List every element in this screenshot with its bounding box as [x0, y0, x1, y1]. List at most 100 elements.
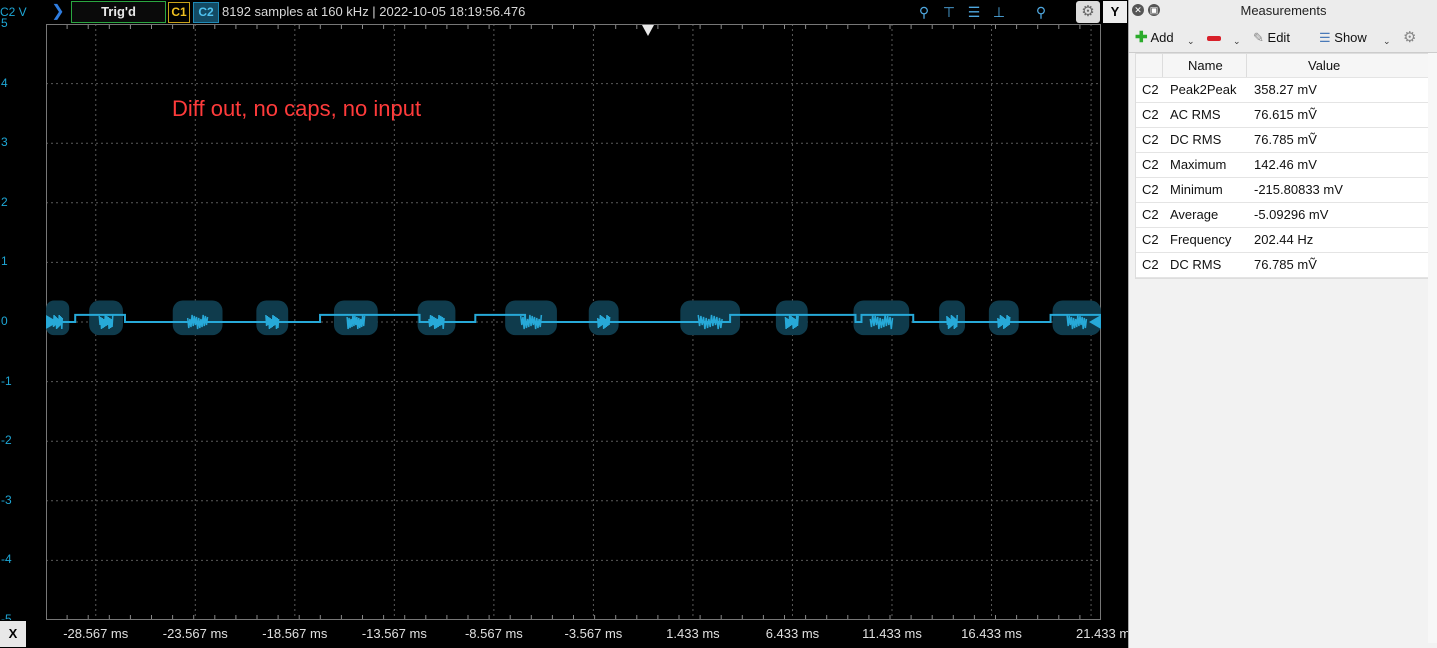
show-label: Show [1334, 30, 1367, 45]
table-row[interactable]: C2 DC RMS 76.785 mṼ [1136, 253, 1429, 278]
x-tick-label: -3.567 ms [564, 626, 623, 641]
trigger-status-button[interactable]: Trig'd [71, 1, 166, 23]
remove-measurement-button[interactable] [1207, 29, 1221, 47]
list-icon: ☰ [1319, 30, 1331, 45]
run-arrow-icon[interactable]: ❯ [50, 0, 66, 24]
row-channel: C2 [1142, 257, 1159, 272]
chevron-down-icon[interactable]: ⌄ [1233, 36, 1241, 47]
row-name: Average [1170, 207, 1219, 222]
column-header-name[interactable]: Name [1188, 54, 1223, 77]
table-row[interactable]: C2 Maximum 142.46 mV [1136, 153, 1429, 178]
noise-envelope [1052, 300, 1101, 336]
y-axis-button[interactable]: Y [1103, 1, 1127, 23]
align-top-icon[interactable]: ⊤ [940, 3, 958, 21]
y-tick-label: 0 [1, 314, 8, 328]
x-tick-label: 16.433 ms [961, 626, 1022, 641]
y-tick-label: -1 [1, 373, 12, 388]
table-row[interactable]: C2 Average -5.09296 mV [1136, 203, 1429, 228]
row-channel: C2 [1142, 82, 1159, 97]
scope-view: C2 V ❯ Trig'd C1 C2 8192 samples at 160 … [0, 0, 1137, 648]
table-row[interactable]: C2 Minimum -215.80833 mV [1136, 178, 1429, 203]
row-value: 76.785 mṼ [1254, 257, 1317, 272]
gear-icon[interactable]: ⚙ [1076, 1, 1100, 23]
gear-icon[interactable]: ⚙ [1403, 29, 1416, 47]
y-axis: 5 4 3 2 1 0 -1 -2 -3 -4 -5 [0, 16, 46, 626]
row-channel: C2 [1142, 157, 1159, 172]
noise-envelope [417, 300, 456, 336]
x-tick-label: -8.567 ms [464, 626, 523, 641]
row-channel: C2 [1142, 182, 1159, 197]
row-value: 76.785 mṼ [1254, 132, 1317, 147]
row-name: Peak2Peak [1170, 82, 1237, 97]
y-tick-label: -2 [1, 433, 12, 448]
x-tick-label: 1.433 ms [666, 626, 720, 641]
waveform-annotation: Diff out, no caps, no input [172, 96, 422, 121]
measurements-panel: Measurements ✕ ▣ ✚ Add ⌄ ⌄ ✎ Edit ☰ Show… [1128, 0, 1437, 648]
channel-2-button[interactable]: C2 [193, 2, 219, 23]
edit-label: Edit [1267, 30, 1290, 45]
y-tick-label: -3 [1, 492, 12, 507]
table-row[interactable]: C2 AC RMS 76.615 mṼ [1136, 103, 1429, 128]
noise-envelope [505, 300, 557, 336]
measurements-toolbar: ✚ Add ⌄ ⌄ ✎ Edit ☰ Show ⌄ ⚙ [1129, 24, 1437, 53]
y-tick-label: 4 [1, 75, 8, 90]
row-channel: C2 [1142, 107, 1159, 122]
row-name: Minimum [1170, 182, 1223, 197]
zoom-out-icon[interactable]: ⚲ [1032, 3, 1050, 21]
table-row[interactable]: C2 Peak2Peak 358.27 mV [1136, 78, 1429, 103]
row-name: Maximum [1170, 157, 1227, 172]
show-measurement-button[interactable]: ☰ Show [1319, 29, 1367, 47]
row-channel: C2 [1142, 232, 1159, 247]
pencil-icon: ✎ [1253, 30, 1264, 45]
x-axis: X -28.567 ms -23.567 ms -18.567 ms -13.567 … [0, 620, 1137, 648]
close-icon[interactable]: ✕ [1132, 4, 1144, 16]
y-tick-label: 2 [1, 194, 8, 209]
acquisition-status-text: 8192 samples at 160 kHz | 2022-10-05 18:… [222, 4, 526, 19]
y-tick-label: -4 [1, 552, 12, 567]
row-name: Frequency [1170, 232, 1232, 247]
scope-toolbar: C2 V ❯ Trig'd C1 C2 8192 samples at 160 … [0, 0, 1128, 24]
x-tick-label: 6.433 ms [765, 626, 820, 641]
row-channel: C2 [1142, 132, 1159, 147]
plus-icon: ✚ [1135, 29, 1148, 46]
x-tick-label: -23.567 ms [162, 626, 228, 641]
x-axis-button[interactable]: X [0, 621, 26, 647]
y-tick-label: 3 [1, 135, 8, 150]
panel-title: Measurements [1129, 0, 1437, 25]
chevron-down-icon[interactable]: ⌄ [1383, 36, 1391, 47]
row-value: 202.44 Hz [1254, 232, 1314, 247]
noise-envelope [172, 300, 223, 336]
panel-scrollbar[interactable] [1428, 53, 1437, 643]
row-value: -5.09296 mV [1254, 207, 1329, 222]
x-tick-label: -28.567 ms [63, 626, 129, 641]
x-tick-label: -13.567 ms [361, 626, 427, 641]
add-measurement-button[interactable]: ✚ Add [1135, 29, 1174, 47]
edit-measurement-button[interactable]: ✎ Edit [1253, 29, 1290, 47]
table-row[interactable]: C2 DC RMS 76.785 mṼ [1136, 128, 1429, 153]
measurements-table: Name Value C2 Peak2Peak 358.27 mV C2 AC RMS… [1135, 53, 1430, 279]
column-header-value[interactable]: Value [1308, 54, 1340, 77]
y-tick-label: 5 [1, 16, 8, 30]
table-header: Name Value [1136, 54, 1429, 78]
undock-icon[interactable]: ▣ [1148, 4, 1160, 16]
row-name: AC RMS [1170, 107, 1221, 122]
x-tick-label: 11.433 ms [862, 626, 922, 641]
align-middle-icon[interactable]: ☰ [965, 3, 983, 21]
chevron-down-icon[interactable]: ⌄ [1187, 36, 1195, 47]
zoom-in-icon[interactable]: ⚲ [915, 3, 933, 21]
trigger-position-marker[interactable] [642, 25, 654, 36]
noise-envelope [333, 300, 378, 336]
x-tick-label: -18.567 ms [262, 626, 328, 641]
y-tick-label: 1 [1, 254, 8, 269]
row-channel: C2 [1142, 207, 1159, 222]
table-row[interactable]: C2 Frequency 202.44 Hz [1136, 228, 1429, 253]
channel-1-button[interactable]: C1 [168, 2, 190, 23]
minus-icon [1207, 36, 1221, 42]
row-value: 358.27 mV [1254, 82, 1317, 97]
row-name: DC RMS [1170, 132, 1222, 147]
row-value: -215.80833 mV [1254, 182, 1343, 197]
row-value: 76.615 mṼ [1254, 107, 1317, 122]
row-value: 142.46 mV [1254, 157, 1317, 172]
row-name: DC RMS [1170, 257, 1222, 272]
align-bottom-icon[interactable]: ⊥ [990, 3, 1008, 21]
